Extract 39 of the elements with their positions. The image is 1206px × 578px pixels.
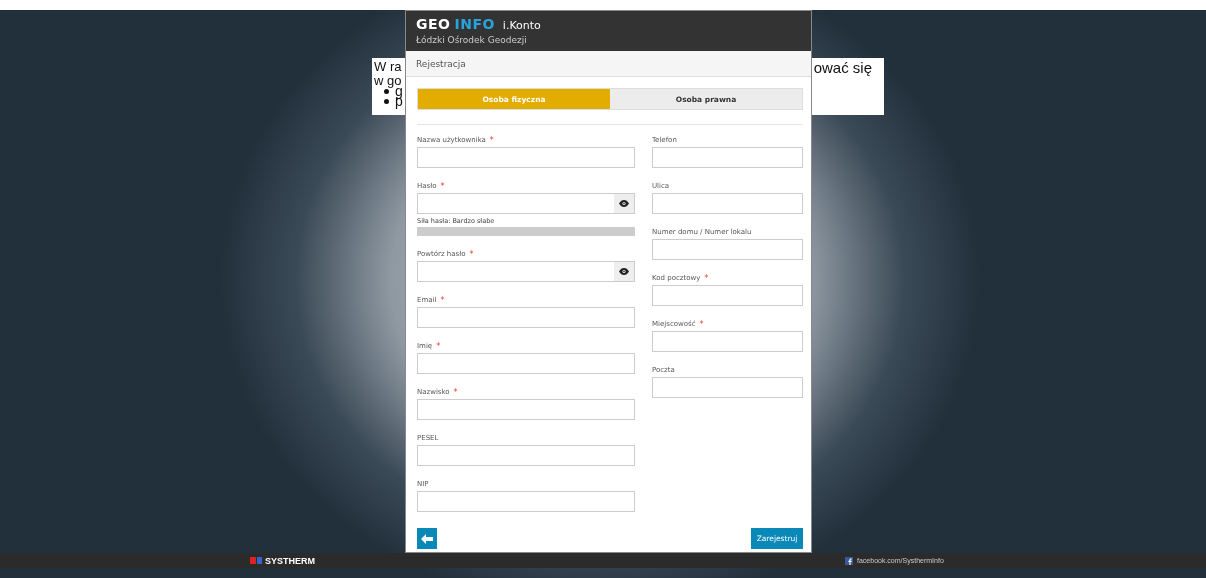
password-field[interactable] [417,193,635,214]
eye-icon [619,268,629,275]
input-field[interactable] [652,147,803,168]
arrow-left-icon [421,533,433,544]
input-field[interactable] [417,491,635,512]
input-field[interactable] [417,147,635,168]
input-field[interactable] [652,193,803,214]
input-field[interactable] [417,399,635,420]
brand-name: SYSTHERM [265,555,315,566]
notice-text: W ra [374,58,403,72]
brand-logo-icon [250,557,262,564]
back-button[interactable] [417,528,437,549]
password-field[interactable] [417,261,635,282]
eye-icon [619,200,629,207]
notice-text: ować się [813,58,873,78]
input-field[interactable] [417,445,635,466]
required-asterisk: * [704,273,709,283]
input-field[interactable] [417,353,635,374]
required-asterisk: * [469,249,474,259]
required-asterisk: * [489,135,494,145]
input-field[interactable] [652,285,803,306]
show-password-button[interactable] [614,194,634,213]
input-field[interactable] [652,331,803,352]
panel-title: Rejestracja [416,58,466,69]
bullet-icon [384,88,389,94]
app-name: i.Konto [502,19,541,32]
required-asterisk: * [436,341,441,351]
bullet-icon [384,98,389,104]
required-asterisk: * [453,387,458,397]
required-asterisk: * [699,319,704,329]
input-field[interactable] [417,307,635,328]
facebook-icon [845,556,853,565]
input-field[interactable] [652,377,803,398]
input-field[interactable] [652,239,803,260]
logo: GEO INFO [416,17,495,31]
required-asterisk: * [440,181,445,191]
show-password-button[interactable] [614,262,634,281]
required-asterisk: * [440,295,445,305]
subtitle: Łódzki Ośrodek Geodezji [416,35,528,45]
